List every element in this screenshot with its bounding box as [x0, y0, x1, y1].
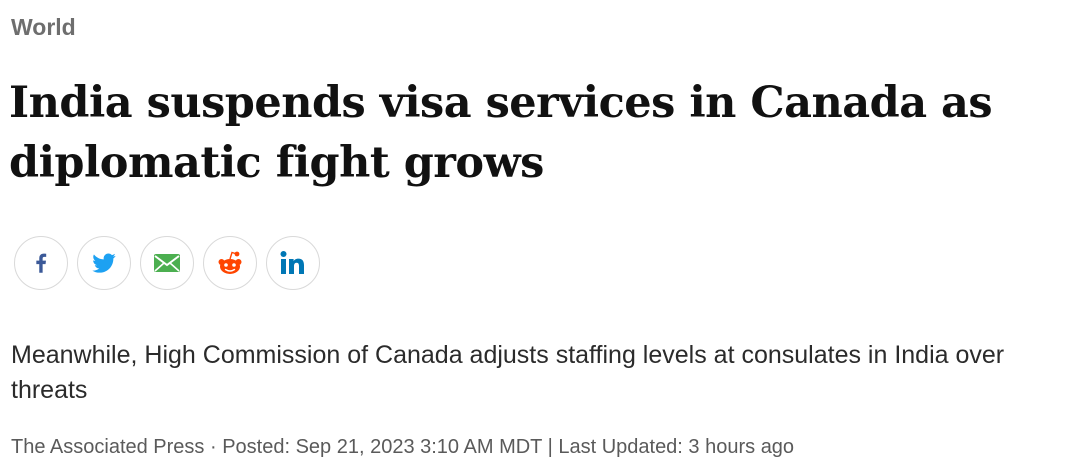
share-twitter-button[interactable] [77, 236, 131, 290]
article-deck: Meanwhile, High Commission of Canada adj… [11, 341, 1005, 404]
share-linkedin-button[interactable] [266, 236, 320, 290]
linkedin-icon [278, 249, 308, 277]
article-byline: The Associated Press · Posted: Sep 21, 2… [11, 436, 795, 458]
section-link-world[interactable]: World [11, 12, 76, 42]
share-email-button[interactable] [140, 236, 194, 290]
share-buttons [14, 236, 320, 290]
share-reddit-button[interactable] [203, 236, 257, 290]
reddit-icon [215, 249, 245, 277]
twitter-icon [90, 249, 118, 277]
article-headline: India suspends visa services in Canada a… [9, 78, 993, 188]
facebook-icon [28, 250, 54, 276]
email-icon [153, 252, 181, 274]
share-facebook-button[interactable] [14, 236, 68, 290]
